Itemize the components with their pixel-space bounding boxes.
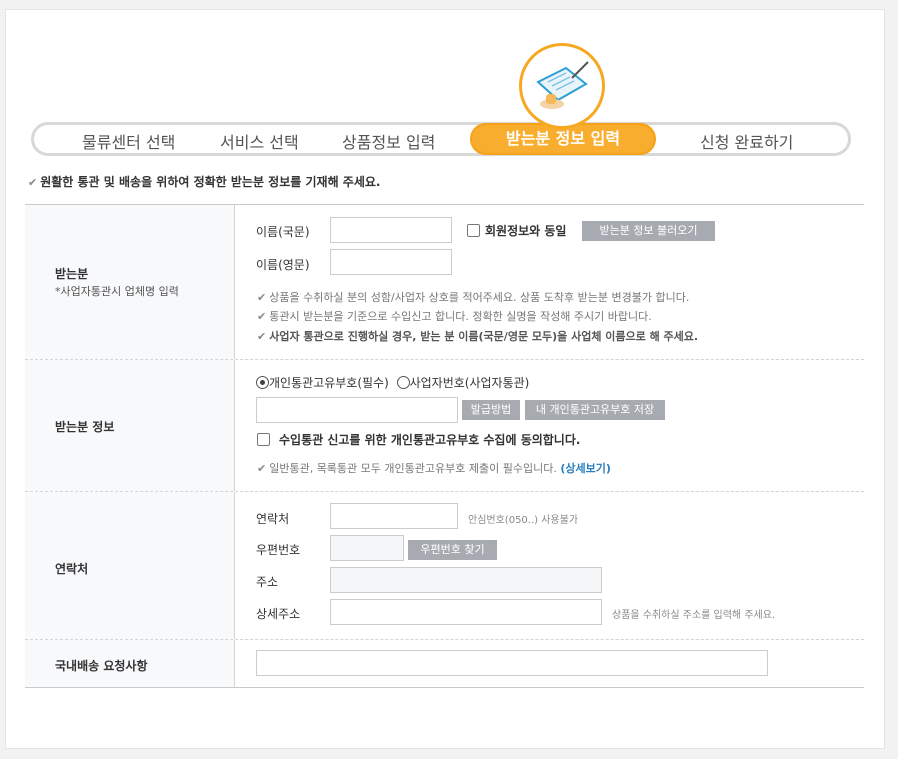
customs-code-input[interactable] xyxy=(256,397,458,423)
load-recipient-button[interactable]: 받는분 정보 불러오기 xyxy=(582,221,715,241)
detail-address-label: 상세주소 xyxy=(256,607,301,621)
row-label-recipient: 받는분 *사업자통관시 업체명 입력 xyxy=(25,205,235,359)
radio-personal[interactable] xyxy=(256,376,269,389)
address-input xyxy=(330,567,602,593)
radio-business[interactable] xyxy=(396,376,410,389)
row-contact: 연락처 연락처 안심번호(050..) 사용불가 우편번호 우편번호 찾기 주소… xyxy=(25,492,864,640)
recipient-form: 받는분 *사업자통관시 업체명 입력 이름(국문) 회원정보와 동일 받는분 정… xyxy=(25,204,864,688)
detail-link[interactable]: (상세보기) xyxy=(560,462,611,475)
check-icon: ✔ xyxy=(257,310,267,323)
name-kr-input[interactable] xyxy=(330,217,452,243)
row-label-delivery-request: 국내배송 요청사항 xyxy=(25,640,235,687)
check-icon: ✔ xyxy=(257,330,267,343)
check-icon: ✔ xyxy=(28,176,38,189)
row-delivery-request: 국내배송 요청사항 xyxy=(25,640,864,687)
name-en-label: 이름(영문) xyxy=(256,258,310,272)
row-label-contact: 연락처 xyxy=(25,492,235,639)
recipient-hint-1: ✔ 상품을 수취하실 분의 성함/사업자 상호를 적어주세요. 상품 도착후 받는… xyxy=(257,291,690,304)
detail-address-hint: 상품을 수취하실 주소를 입력해 주세요. xyxy=(612,610,776,621)
radio-personal-group[interactable]: 개인통관고유부호(필수) 사업자번호(사업자통관) xyxy=(256,374,529,391)
same-as-member-checkbox[interactable] xyxy=(467,224,480,237)
phone-input[interactable] xyxy=(330,503,458,529)
consent-label[interactable]: 수입통관 신고를 위한 개인통관고유부호 수집에 동의합니다. xyxy=(279,431,580,448)
recipient-subtitle: *사업자통관시 업체명 입력 xyxy=(55,285,179,298)
consent-checkbox[interactable] xyxy=(257,433,270,446)
step-complete: 신청 완료하기 xyxy=(700,133,794,152)
step-warehouse: 물류센터 선택 xyxy=(82,133,176,152)
step-product-info: 상품정보 입력 xyxy=(342,133,436,152)
row-customs: 받는분 정보 개인통관고유부호(필수) 사업자번호(사업자통관) 발급방법 내 … xyxy=(25,360,864,492)
step-document-icon xyxy=(519,43,605,129)
name-kr-label: 이름(국문) xyxy=(256,225,310,239)
name-en-input[interactable] xyxy=(330,249,452,275)
row-recipient: 받는분 *사업자통관시 업체명 입력 이름(국문) 회원정보와 동일 받는분 정… xyxy=(25,205,864,360)
row-label-customs: 받는분 정보 xyxy=(25,360,235,491)
check-icon: ✔ xyxy=(257,291,267,304)
notice-text: 원활한 통관 및 배송을 위하여 정확한 받는분 정보를 기재해 주세요. xyxy=(40,175,381,189)
zip-label: 우편번호 xyxy=(256,543,301,557)
recipient-hint-2: ✔ 통관시 받는분을 기준으로 수입신고 합니다. 정확한 실명을 작성해 주시기… xyxy=(257,310,652,323)
same-as-member-label[interactable]: 회원정보와 동일 xyxy=(485,222,566,239)
delivery-request-input[interactable] xyxy=(256,650,768,676)
check-icon: ✔ xyxy=(257,462,267,475)
phone-hint: 안심번호(050..) 사용불가 xyxy=(468,515,579,526)
issue-method-button[interactable]: 발급방법 xyxy=(462,400,520,420)
step-service: 서비스 선택 xyxy=(220,133,299,152)
step-progress-bar: 물류센터 선택 서비스 선택 상품정보 입력 받는분 정보 입력 신청 완료하기 xyxy=(31,122,851,156)
contact-title: 연락처 xyxy=(55,562,89,576)
recipient-title: 받는분 xyxy=(55,267,89,281)
phone-label: 연락처 xyxy=(256,512,290,526)
recipient-hint-3: ✔ 사업자 통관으로 진행하실 경우, 받는 분 이름(국문/영문 모두)을 사업… xyxy=(257,330,699,343)
zip-search-button[interactable]: 우편번호 찾기 xyxy=(408,540,497,560)
customs-hint: ✔ 일반통관, 목록통관 모두 개인통관고유부호 제출이 필수입니다. (상세보기… xyxy=(257,462,611,475)
detail-address-input[interactable] xyxy=(330,599,602,625)
delivery-request-title: 국내배송 요청사항 xyxy=(55,659,148,673)
zip-input xyxy=(330,535,404,561)
page-notice: ✔ 원활한 통관 및 배송을 위하여 정확한 받는분 정보를 기재해 주세요. xyxy=(28,173,380,190)
customs-title: 받는분 정보 xyxy=(55,420,115,434)
save-customs-code-button[interactable]: 내 개인통관고유부호 저장 xyxy=(525,400,665,420)
address-label: 주소 xyxy=(256,575,279,589)
